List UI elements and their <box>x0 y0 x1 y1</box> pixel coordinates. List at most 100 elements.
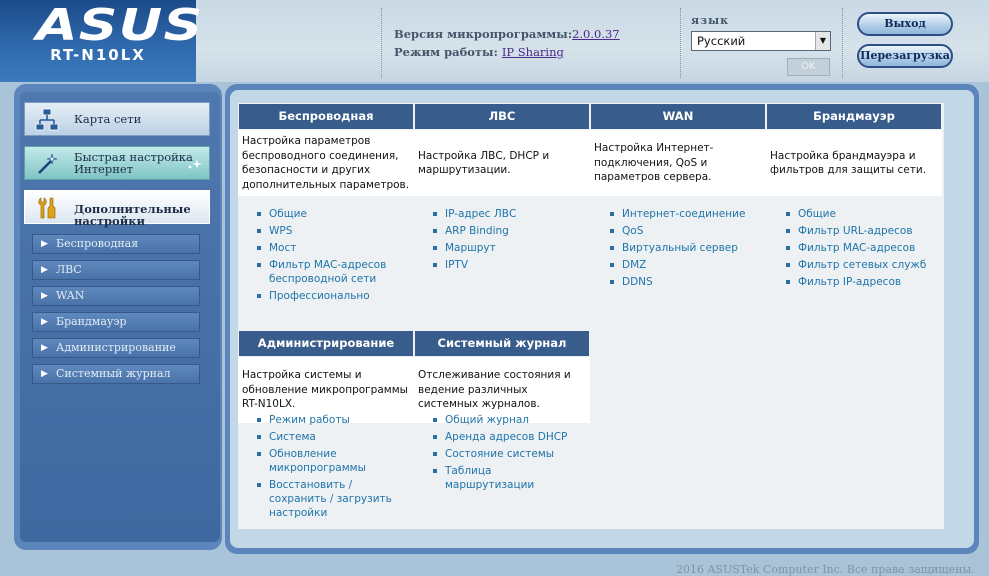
section-description-text: Настройка брандмауэра и фильтров для защ… <box>770 149 927 177</box>
link-wireless-bridge[interactable]: Мост <box>255 241 405 255</box>
link-wan-dmz[interactable]: DMZ <box>608 258 758 272</box>
link-list-wan: Интернет-соединение QoS Виртуальный серв… <box>608 207 758 292</box>
sidebar-subitem-system-log[interactable]: ▶ Системный журнал <box>32 364 200 384</box>
sidebar-subitem-label: Системный журнал <box>56 367 171 380</box>
chevron-down-icon[interactable]: ▼ <box>815 32 830 50</box>
section-description-wireless: Настройка параметров беспроводного соеди… <box>238 130 414 196</box>
mode-label: Режим работы: <box>394 45 498 59</box>
sidebar-subitem-firewall[interactable]: ▶ Брандмауэр <box>32 312 200 332</box>
section-header-firewall: Брандмауэр <box>767 104 941 129</box>
section-description-lan: Настройка ЛВС, DHCP и маршрутизации. <box>414 130 590 196</box>
link-admin-system[interactable]: Система <box>255 430 405 444</box>
sidebar-item-label: Быстрая настройка Интернет <box>74 150 193 176</box>
magic-wand-icon <box>38 153 58 174</box>
link-admin-operation-mode[interactable]: Режим работы <box>255 413 405 427</box>
mode-value-link[interactable]: IP Sharing <box>502 45 564 59</box>
sidebar-item-quick-setup[interactable]: Быстрая настройка Интернет <box>24 146 210 180</box>
link-lan-ip[interactable]: IP-адрес ЛВС <box>431 207 581 221</box>
link-firewall-mac-filter[interactable]: Фильтр MAC-адресов <box>784 241 939 255</box>
header-divider <box>842 8 843 78</box>
footer-copyright: 2016 ASUSTek Computer Inc. Все права защ… <box>676 563 975 576</box>
header-divider <box>381 8 382 78</box>
link-list-system-log: Общий журнал Аренда адресов DHCP Состоян… <box>431 413 581 495</box>
sidebar-subitem-lan[interactable]: ▶ ЛВС <box>32 260 200 280</box>
link-log-system-status[interactable]: Состояние системы <box>431 447 581 461</box>
link-firewall-ip-filter[interactable]: Фильтр IP-адресов <box>784 275 939 289</box>
section-header-wireless: Беспроводная <box>239 104 413 129</box>
arrow-right-icon: ▶ <box>41 343 48 353</box>
content-panel: Беспроводная ЛВС WAN Брандмауэр Настройк… <box>230 90 974 548</box>
link-lan-route[interactable]: Маршрут <box>431 241 581 255</box>
firmware-version-link[interactable]: 2.0.0.37 <box>572 27 620 41</box>
arrow-right-icon: ▶ <box>41 317 48 327</box>
section-description-text: Отслеживание состояния и ведение различн… <box>418 369 571 411</box>
link-wan-internet-connection[interactable]: Интернет-соединение <box>608 207 758 221</box>
link-wireless-professional[interactable]: Профессионально <box>255 289 405 303</box>
link-admin-restore-save-upload[interactable]: Восстановить / сохранить / загрузить нас… <box>255 478 405 520</box>
sidebar: Карта сети Быстрая настройка Интернет До… <box>14 84 222 550</box>
link-lan-iptv[interactable]: IPTV <box>431 258 581 272</box>
tools-icon <box>38 197 56 219</box>
link-wan-qos[interactable]: QoS <box>608 224 758 238</box>
arrow-right-icon: ▶ <box>41 291 48 301</box>
firmware-info: Версия микропрограммы:2.0.0.37 <box>394 27 620 41</box>
sparkle-icon <box>188 159 202 169</box>
model-name: RT-N10LX <box>50 46 146 64</box>
link-wireless-mac-filter[interactable]: Фильтр MAC-адресов беспроводной сети <box>255 258 405 286</box>
operation-mode-info: Режим работы: IP Sharing <box>394 45 564 59</box>
content-area: Беспроводная ЛВС WAN Брандмауэр Настройк… <box>225 84 979 554</box>
sidebar-item-network-map[interactable]: Карта сети <box>24 102 210 136</box>
reboot-button[interactable]: Перезагрузка <box>857 44 953 68</box>
sidebar-subitem-administration[interactable]: ▶ Администрирование <box>32 338 200 358</box>
link-wan-virtual-server[interactable]: Виртуальный сервер <box>608 241 758 255</box>
header-divider <box>680 8 681 78</box>
logout-button[interactable]: Выход <box>857 12 953 36</box>
link-wireless-general[interactable]: Общие <box>255 207 405 221</box>
link-log-dhcp-leases[interactable]: Аренда адресов DHCP <box>431 430 581 444</box>
language-ok-button[interactable]: OK <box>787 58 830 76</box>
link-lan-arp-binding[interactable]: ARP Binding <box>431 224 581 238</box>
link-list-firewall: Общие Фильтр URL-адресов Фильтр MAC-адре… <box>784 207 939 292</box>
sidebar-item-label: Карта сети <box>74 112 142 126</box>
language-label: язык <box>691 14 730 27</box>
link-wan-ddns[interactable]: DDNS <box>608 275 758 289</box>
section-description-text: Настройка системы и обновление микропрог… <box>242 369 408 411</box>
sidebar-subitem-wan[interactable]: ▶ WAN <box>32 286 200 306</box>
link-admin-firmware-upgrade[interactable]: Обновление микропрограммы <box>255 447 405 475</box>
section-header-system-log: Системный журнал <box>415 331 589 356</box>
section-header-wan: WAN <box>591 104 765 129</box>
sidebar-subitem-label: Беспроводная <box>56 237 139 250</box>
link-firewall-general[interactable]: Общие <box>784 207 939 221</box>
link-firewall-service-filter[interactable]: Фильтр сетевых служб <box>784 258 939 272</box>
link-wireless-wps[interactable]: WPS <box>255 224 405 238</box>
sidebar-subitem-wireless[interactable]: ▶ Беспроводная <box>32 234 200 254</box>
top-header: ASUS RT-N10LX Версия микропрограммы:2.0.… <box>0 0 989 82</box>
link-list-wireless: Общие WPS Мост Фильтр MAC-адресов беспро… <box>255 207 405 306</box>
section-header-lan: ЛВС <box>415 104 589 129</box>
language-selected-value: Русский <box>697 34 746 48</box>
language-select[interactable]: Русский ▼ <box>691 31 831 51</box>
link-log-routing-table[interactable]: Таблица маршрутизации <box>431 464 581 492</box>
advanced-settings-grid: Беспроводная ЛВС WAN Брандмауэр Настройк… <box>238 103 944 529</box>
section-description-text: Настройка параметров беспроводного соеди… <box>242 135 410 191</box>
section-description-wan: Настройка Интернет-подключения, QoS и па… <box>590 130 766 196</box>
arrow-right-icon: ▶ <box>41 239 48 249</box>
logo-panel: ASUS RT-N10LX <box>0 0 202 82</box>
sidebar-item-advanced-settings[interactable]: Дополнительные настройки <box>24 190 210 228</box>
arrow-right-icon: ▶ <box>41 265 48 275</box>
firmware-label: Версия микропрограммы: <box>394 27 573 41</box>
sidebar-subitem-label: WAN <box>56 289 85 302</box>
asus-logo: ASUS <box>36 0 204 51</box>
network-map-icon <box>35 108 59 131</box>
link-list-administration: Режим работы Система Обновление микропро… <box>255 413 405 523</box>
arrow-right-icon: ▶ <box>41 369 48 379</box>
link-list-lan: IP-адрес ЛВС ARP Binding Маршрут IPTV <box>431 207 581 275</box>
sidebar-subitem-label: Брандмауэр <box>56 315 127 328</box>
section-description-text: Настройка Интернет-подключения, QoS и па… <box>594 142 714 184</box>
link-firewall-url-filter[interactable]: Фильтр URL-адресов <box>784 224 939 238</box>
sidebar-menu: Карта сети Быстрая настройка Интернет До… <box>20 92 220 542</box>
section-header-administration: Администрирование <box>239 331 413 356</box>
link-log-general[interactable]: Общий журнал <box>431 413 581 427</box>
sidebar-subitem-label: Администрирование <box>56 341 176 354</box>
sidebar-item-label: Дополнительные настройки <box>74 202 191 228</box>
